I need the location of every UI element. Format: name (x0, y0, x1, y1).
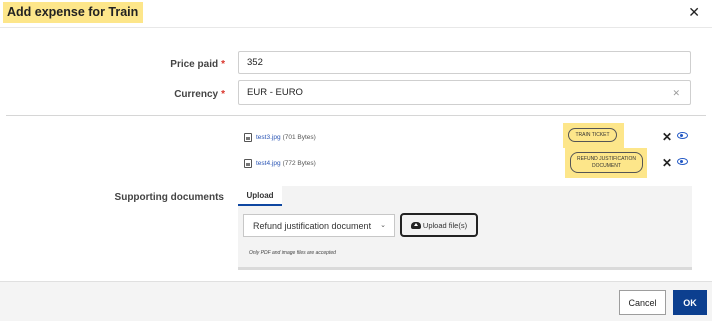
required-marker: * (221, 59, 225, 70)
chevron-down-icon: ⌄ (380, 222, 386, 229)
view-file-icon[interactable] (677, 132, 688, 139)
tag-text-line2: DOCUMENT (592, 162, 621, 169)
document-type-select[interactable]: Refund justification document ⌄ (243, 214, 395, 237)
required-marker: * (221, 89, 225, 100)
file-link[interactable]: test3.jpg (256, 134, 281, 141)
remove-file-icon[interactable]: ✕ (662, 157, 672, 169)
dialog-footer (0, 281, 712, 321)
supporting-documents-label: Supporting documents (114, 192, 224, 203)
upload-files-label: Upload file(s) (422, 220, 468, 230)
currency-select[interactable]: EUR - EURO ✕ (238, 80, 691, 105)
currency-label-text: Currency (174, 89, 219, 100)
dialog-title: Add expense for Train (3, 2, 144, 23)
view-file-icon[interactable] (677, 158, 688, 165)
file-item: test3.jpg (701 Bytes) (244, 130, 316, 144)
cancel-button[interactable]: Cancel (619, 290, 666, 315)
price-paid-input[interactable]: 352 (238, 51, 691, 74)
upload-files-button[interactable]: Upload file(s) (400, 213, 478, 237)
add-expense-dialog: Add expense for Train ✕ Price paid * 352 … (0, 0, 712, 321)
tab-upload[interactable]: Upload (238, 186, 282, 206)
file-size: (772 Bytes) (282, 159, 316, 167)
file-item: test4.jpg (772 Bytes) (244, 156, 316, 170)
file-size: (701 Bytes) (282, 133, 316, 141)
currency-label: Currency * (120, 89, 225, 100)
price-paid-value: 352 (247, 57, 263, 68)
document-type-value: Refund justification document (253, 220, 372, 231)
tag-text: TRAIN TICKET (575, 131, 610, 138)
cloud-upload-icon (410, 221, 421, 229)
upload-note: Only PDF and image files are accepted (249, 250, 336, 256)
close-icon[interactable]: ✕ (688, 5, 700, 19)
currency-value: EUR - EURO (247, 87, 303, 98)
image-file-icon (244, 132, 252, 142)
file-link[interactable]: test4.jpg (256, 160, 281, 167)
document-type-tag: REFUND JUSTIFICATION DOCUMENT (570, 152, 643, 173)
remove-file-icon[interactable]: ✕ (662, 131, 672, 143)
ok-button[interactable]: OK (673, 290, 707, 315)
price-paid-label: Price paid * (120, 59, 225, 70)
dialog-header: Add expense for Train ✕ (0, 0, 712, 28)
document-type-tag: TRAIN TICKET (568, 128, 617, 142)
clear-icon[interactable]: ✕ (672, 88, 680, 99)
image-file-icon (244, 158, 252, 168)
price-paid-label-text: Price paid (170, 59, 219, 70)
section-divider (6, 115, 706, 116)
